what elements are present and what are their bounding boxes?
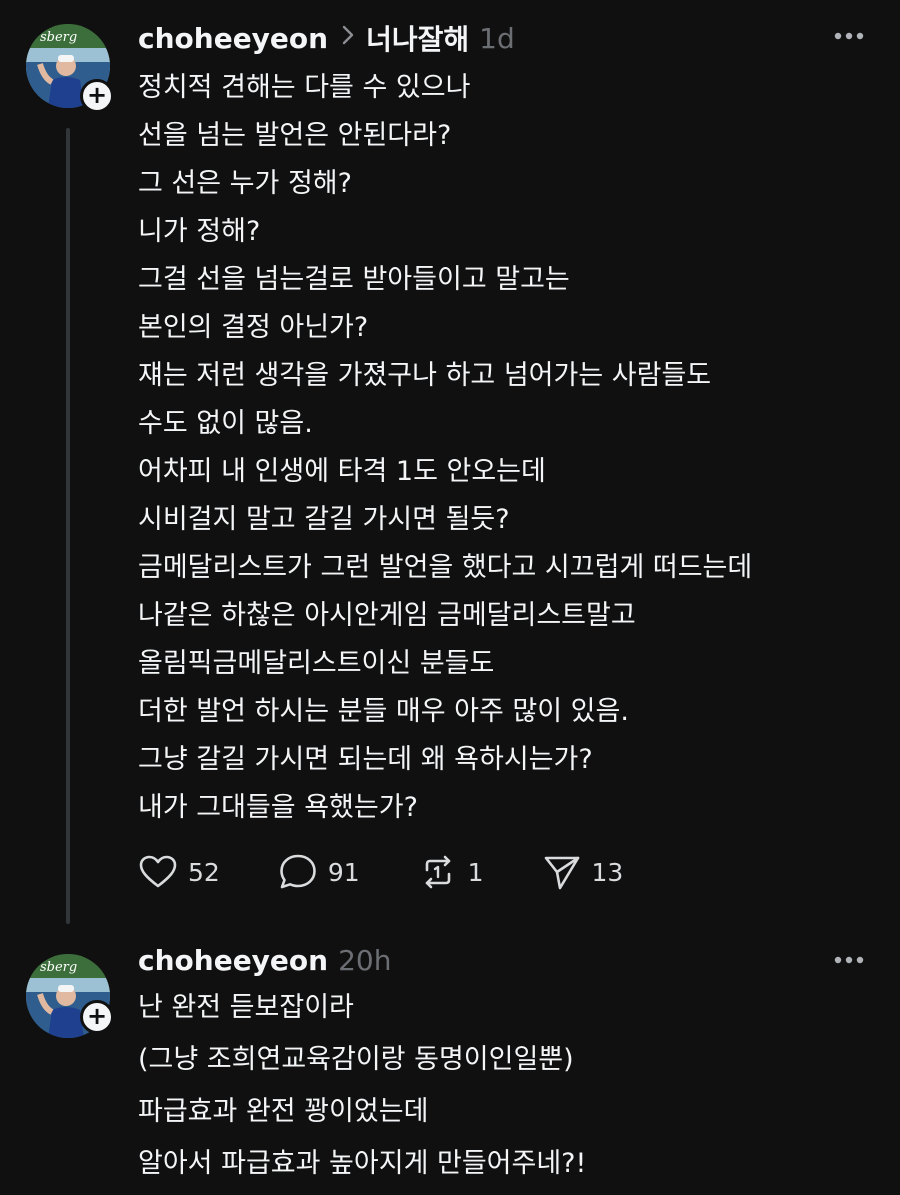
svg-text:sberg: sberg xyxy=(40,30,77,45)
post-time: 1d xyxy=(479,21,515,55)
post-body: 난 완전 듣보잡이라 (그냥 조희연교육감이랑 동명이인일뿐) 파급효과 완전 … xyxy=(138,982,586,1190)
post-line: 니가 정해? xyxy=(138,216,261,247)
post-line: 정치적 견해는 다를 수 있으나 xyxy=(138,72,471,103)
post-line: 쟤는 저런 생각을 가졌구나 하고 넘어가는 사람들도 xyxy=(138,360,712,391)
post-line: 그 선은 누가 정해? xyxy=(138,168,352,199)
like-button[interactable]: 52 xyxy=(138,852,220,892)
post-actions: 52 91 1 13 xyxy=(138,852,681,892)
post-line: 내가 그대들을 욕했는가? xyxy=(138,792,418,823)
share-button[interactable]: 13 xyxy=(542,852,624,892)
post-line: 파급효과 완전 꽝이었는데 xyxy=(138,1096,429,1127)
post-line: 더한 발언 하시는 분들 매우 아주 많이 있음. xyxy=(138,696,629,727)
send-icon xyxy=(544,856,579,890)
svg-text:sberg: sberg xyxy=(40,960,77,975)
post-body: 정치적 견해는 다를 수 있으나 선을 넘는 발언은 안된다라? 그 선은 누가… xyxy=(138,64,752,832)
post-line: 금메달리스트가 그런 발언을 했다고 시끄럽게 떠드는데 xyxy=(138,552,753,583)
repost-button[interactable]: 1 xyxy=(418,852,484,892)
more-dots-icon[interactable] xyxy=(834,950,864,964)
username[interactable]: choheeyeon xyxy=(138,944,328,977)
post-header: choheeyeon 너나잘해 1d xyxy=(138,18,860,58)
post-line: 어차피 내 인생에 타격 1도 안오는데 xyxy=(138,456,546,487)
post-line: 수도 없이 많음. xyxy=(138,408,313,439)
thread-post-1: sberg + choheeyeon 너나잘해 1d 정치적 견해는 다를 수 … xyxy=(0,0,900,930)
post-line: 그냥 갈길 가시면 되는데 왜 욕하시는가? xyxy=(138,744,593,775)
post-line: 올림픽금메달리스트이신 분들도 xyxy=(138,648,495,679)
post-line: 알아서 파급효과 높아지게 만들어주네?! xyxy=(138,1148,587,1179)
post-line: (그냥 조희연교육감이랑 동명이인일뿐) xyxy=(138,1044,574,1075)
post-line: 시비걸지 말고 갈길 가시면 될듯? xyxy=(138,504,510,535)
post-line: 나같은 하찮은 아시안게임 금메달리스트말고 xyxy=(138,600,636,631)
post-header: choheeyeon 20h xyxy=(138,940,860,980)
repost-count: 1 xyxy=(467,857,484,887)
follow-plus-icon[interactable]: + xyxy=(80,79,114,113)
thread-connector-line xyxy=(66,128,70,924)
post-line: 본인의 결정 아닌가? xyxy=(138,312,369,343)
follow-plus-icon[interactable]: + xyxy=(80,1000,114,1034)
chevron-right-icon xyxy=(340,23,356,53)
share-count: 13 xyxy=(591,857,624,887)
thread-post-2: sberg + choheeyeon 20h 난 완전 듣보잡이라 (그냥 조희… xyxy=(0,930,900,1195)
heart-icon xyxy=(139,855,177,888)
comment-count: 91 xyxy=(327,857,360,887)
repost-icon xyxy=(425,855,450,889)
post-line: 선을 넘는 발언은 안된다라? xyxy=(138,120,452,151)
like-count: 52 xyxy=(188,857,220,887)
post-time: 20h xyxy=(338,943,392,977)
post-line: 난 완전 듣보잡이라 xyxy=(138,992,354,1023)
reply-to-username[interactable]: 너나잘해 xyxy=(366,18,469,58)
username[interactable]: choheeyeon xyxy=(138,22,328,55)
speech-bubble-icon xyxy=(280,854,316,889)
post-line: 그걸 선을 넘는걸로 받아들이고 말고는 xyxy=(138,264,570,295)
more-dots-icon[interactable] xyxy=(834,26,864,40)
comment-button[interactable]: 91 xyxy=(278,852,360,892)
